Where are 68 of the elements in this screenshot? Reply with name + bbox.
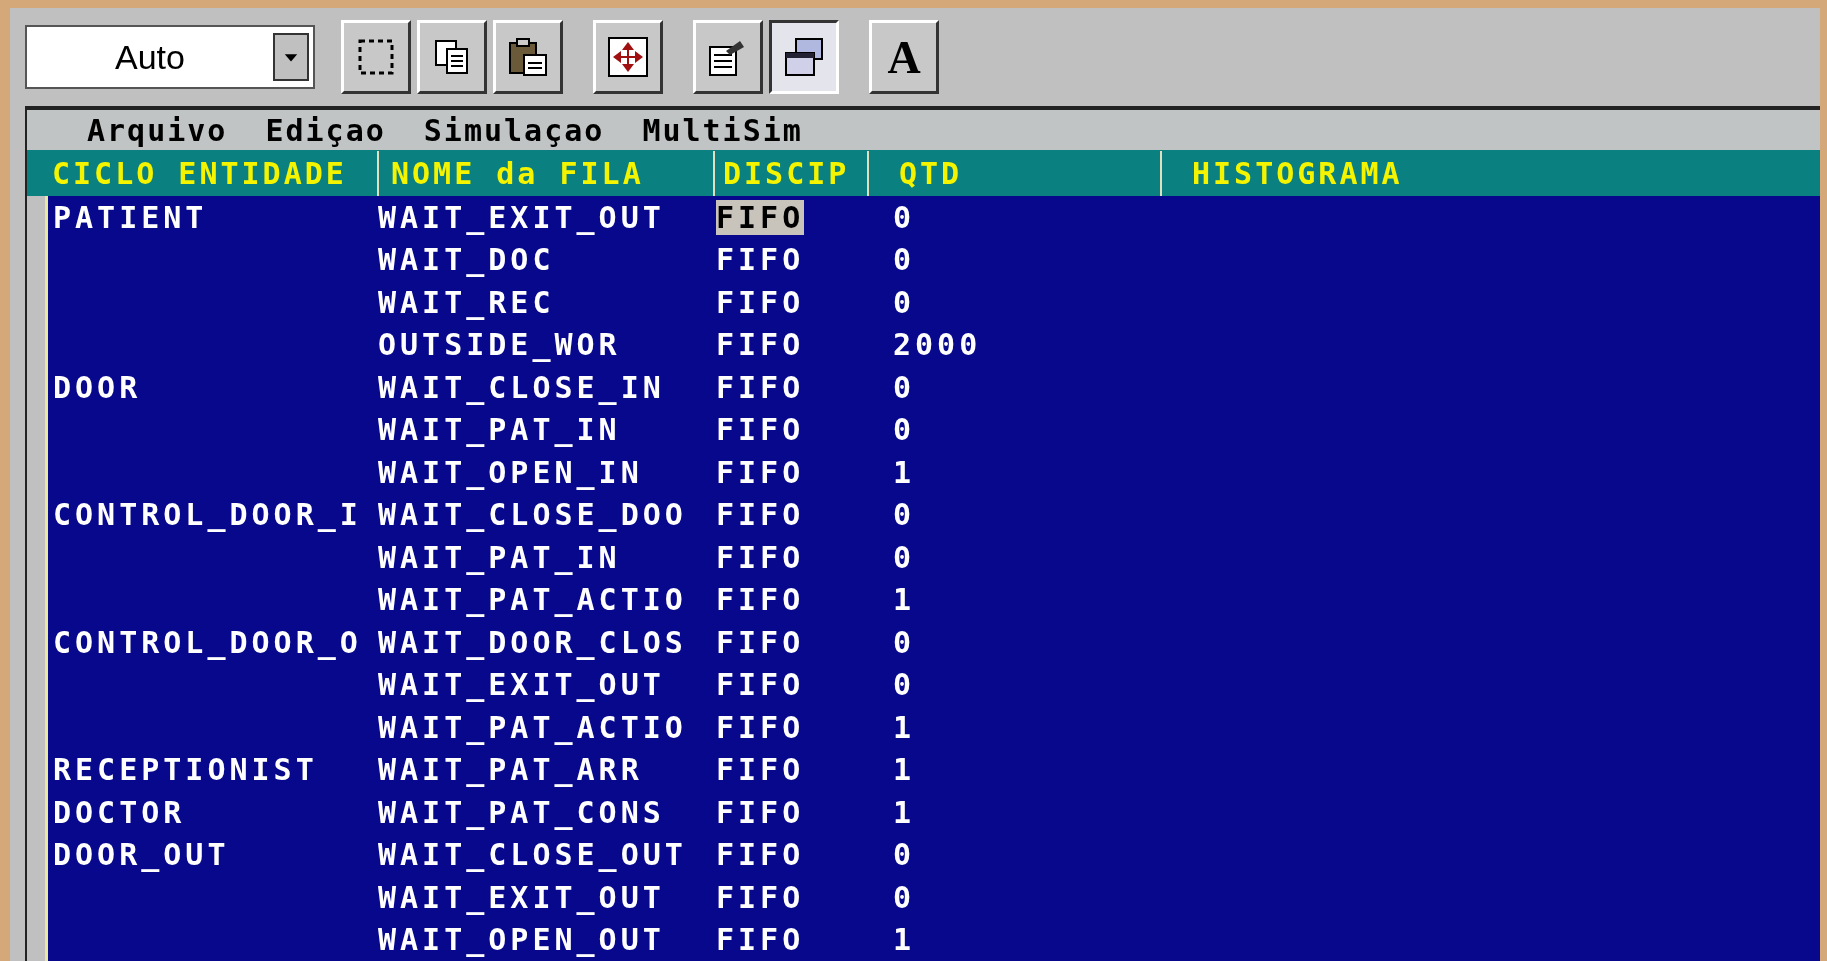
- table-cell: WAIT_EXIT_OUT: [378, 199, 665, 235]
- table-cell: FIFO: [716, 454, 805, 490]
- table-cell: WAIT_REC: [378, 284, 555, 320]
- table-cell: WAIT_CLOSE_OUT: [378, 837, 687, 873]
- table-cell: 1: [893, 582, 916, 618]
- column-header: CICLO ENTIDADE: [51, 154, 348, 193]
- table-cell: FIFO: [716, 327, 805, 363]
- table-cell: DOOR: [53, 369, 142, 405]
- menu-item[interactable]: MultiSim: [642, 107, 803, 153]
- table-cell: FIFO: [716, 539, 805, 575]
- table-cell: WAIT_DOC: [378, 242, 555, 278]
- table-cell: FIFO: [716, 582, 805, 618]
- table-cell: WAIT_PAT_CONS: [378, 794, 665, 830]
- table-cell: 0: [893, 879, 916, 915]
- table-cell: 0: [893, 837, 916, 873]
- table-cell: PATIENT: [53, 199, 208, 235]
- table-cell: FIFO: [716, 624, 805, 660]
- table-cell: WAIT_CLOSE_DOO: [378, 497, 687, 533]
- table-cell: FIFO: [716, 369, 805, 405]
- table-cell: WAIT_OPEN_OUT: [378, 922, 665, 958]
- table-cell: 0: [893, 242, 916, 278]
- table-cell: 0: [893, 624, 916, 660]
- table-cell: 0: [893, 284, 916, 320]
- table-cell: FIFO: [716, 922, 805, 958]
- table-cell: WAIT_PAT_IN: [378, 539, 621, 575]
- table-cell: 1: [893, 794, 916, 830]
- table-cell: 1: [893, 709, 916, 745]
- table-cell: CONTROL_DOOR_I: [53, 497, 362, 533]
- table-cell: WAIT_CLOSE_IN: [378, 369, 665, 405]
- table-cell: WAIT_PAT_ARR: [378, 752, 643, 788]
- table-cell: RECEPTIONIST: [53, 752, 318, 788]
- table-cell: OUTSIDE_WOR: [378, 327, 621, 363]
- table-cell: CONTROL_DOOR_O: [53, 624, 362, 660]
- table-cell: DOOR_OUT: [53, 837, 230, 873]
- table-cell: FIFO: [716, 879, 805, 915]
- auto-dropdown[interactable]: Auto: [25, 25, 315, 89]
- table-cell: FIFO: [716, 752, 805, 788]
- table-cell: FIFO: [716, 242, 805, 278]
- table-cell: 0: [893, 412, 916, 448]
- table-cell: WAIT_PAT_ACTIO: [378, 582, 687, 618]
- table-cell: WAIT_EXIT_OUT: [378, 879, 665, 915]
- table-cell: FIFO: [716, 284, 805, 320]
- table-cell: WAIT_PAT_IN: [378, 412, 621, 448]
- table-cell: 1: [893, 454, 916, 490]
- menu-item[interactable]: Ediçao: [265, 107, 386, 153]
- table-cell: FIFO: [716, 497, 805, 533]
- table-cell: FIFO: [716, 837, 805, 873]
- table-cell: DOCTOR: [53, 794, 186, 830]
- table-cell: WAIT_PAT_ACTIO: [378, 709, 687, 745]
- font-button[interactable]: A: [869, 20, 939, 94]
- table-cell: 2000: [893, 327, 982, 363]
- table-cell: 0: [893, 199, 916, 235]
- table-cell: 0: [893, 539, 916, 575]
- menu-item[interactable]: Simulaçao: [423, 107, 605, 153]
- table-cell: WAIT_DOOR_CLOS: [378, 624, 687, 660]
- table-cell: FIFO: [716, 412, 805, 448]
- table-cell: FIFO: [716, 709, 805, 745]
- menu-item[interactable]: Arquivo: [87, 107, 228, 153]
- table-cell: 0: [893, 369, 916, 405]
- table-cell: FIFO: [716, 794, 805, 830]
- table-cell: 1: [893, 752, 916, 788]
- table-cell: 0: [893, 667, 916, 703]
- table-cell: 1: [893, 922, 916, 958]
- table-cell: WAIT_OPEN_IN: [378, 454, 643, 490]
- table-cell: FIFO: [716, 667, 805, 703]
- table-cell: 0: [893, 497, 916, 533]
- table-cell: FIFO: [716, 199, 805, 235]
- table-cell: WAIT_EXIT_OUT: [378, 667, 665, 703]
